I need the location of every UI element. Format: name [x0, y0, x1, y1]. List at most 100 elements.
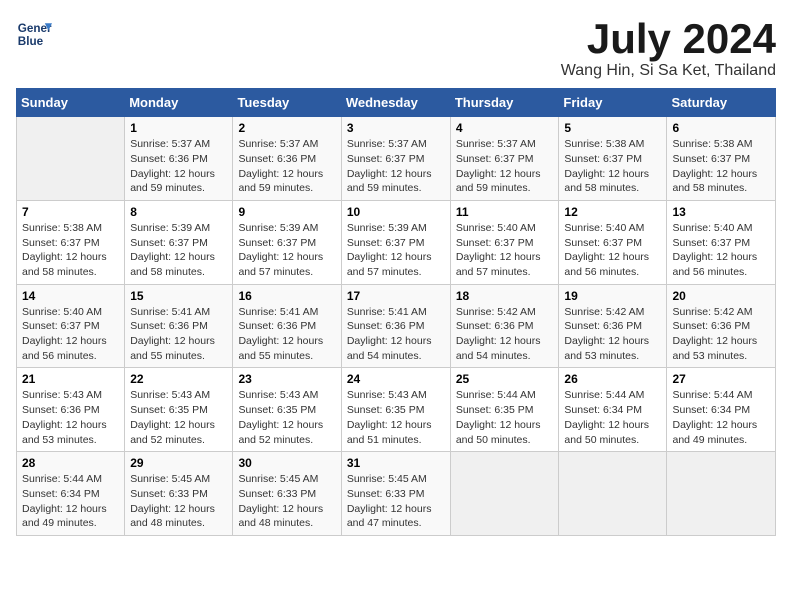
day-info: Sunrise: 5:44 AM Sunset: 6:35 PM Dayligh…: [456, 388, 554, 447]
day-info: Sunrise: 5:40 AM Sunset: 6:37 PM Dayligh…: [564, 221, 661, 280]
table-row: 25 Sunrise: 5:44 AM Sunset: 6:35 PM Dayli…: [450, 368, 559, 452]
day-info: Sunrise: 5:40 AM Sunset: 6:37 PM Dayligh…: [456, 221, 554, 280]
table-row: 4 Sunrise: 5:37 AM Sunset: 6:37 PM Daylig…: [450, 117, 559, 201]
table-row: 7 Sunrise: 5:38 AM Sunset: 6:37 PM Daylig…: [17, 200, 125, 284]
day-info: Sunrise: 5:44 AM Sunset: 6:34 PM Dayligh…: [672, 388, 770, 447]
day-number: 18: [456, 289, 554, 303]
header-sunday: Sunday: [17, 89, 125, 117]
day-number: 17: [347, 289, 445, 303]
day-number: 23: [238, 372, 335, 386]
table-row: 30 Sunrise: 5:45 AM Sunset: 6:33 PM Dayli…: [233, 452, 341, 536]
day-info: Sunrise: 5:40 AM Sunset: 6:37 PM Dayligh…: [672, 221, 770, 280]
calendar-week-row: 1Sunrise: 5:37 AM Sunset: 6:36 PM Daylig…: [17, 117, 776, 201]
day-number: 28: [22, 456, 119, 470]
header-thursday: Thursday: [450, 89, 559, 117]
table-row: 3 Sunrise: 5:37 AM Sunset: 6:37 PM Daylig…: [341, 117, 450, 201]
day-number: 30: [238, 456, 335, 470]
table-row: 27 Sunrise: 5:44 AM Sunset: 6:34 PM Dayli…: [667, 368, 776, 452]
table-row: 8 Sunrise: 5:39 AM Sunset: 6:37 PM Daylig…: [125, 200, 233, 284]
svg-text:Blue: Blue: [18, 35, 44, 48]
day-info: Sunrise: 5:41 AM Sunset: 6:36 PM Dayligh…: [130, 305, 227, 364]
table-row: 15 Sunrise: 5:41 AM Sunset: 6:36 PM Dayli…: [125, 284, 233, 368]
day-info: Sunrise: 5:43 AM Sunset: 6:36 PM Dayligh…: [22, 388, 119, 447]
day-info: Sunrise: 5:37 AM Sunset: 6:37 PM Dayligh…: [456, 137, 554, 196]
day-number: 27: [672, 372, 770, 386]
day-number: 20: [672, 289, 770, 303]
day-number: 10: [347, 205, 445, 219]
day-number: 13: [672, 205, 770, 219]
day-number: 9: [238, 205, 335, 219]
table-row: [17, 117, 125, 201]
table-row: 10 Sunrise: 5:39 AM Sunset: 6:37 PM Dayli…: [341, 200, 450, 284]
day-info: Sunrise: 5:38 AM Sunset: 6:37 PM Dayligh…: [22, 221, 119, 280]
table-row: 11 Sunrise: 5:40 AM Sunset: 6:37 PM Dayli…: [450, 200, 559, 284]
table-row: 5 Sunrise: 5:38 AM Sunset: 6:37 PM Daylig…: [559, 117, 667, 201]
day-number: 4: [456, 121, 554, 135]
day-info: Sunrise: 5:45 AM Sunset: 6:33 PM Dayligh…: [238, 472, 335, 531]
day-info: Sunrise: 5:37 AM Sunset: 6:37 PM Dayligh…: [347, 137, 445, 196]
day-number: 29: [130, 456, 227, 470]
day-number: 19: [564, 289, 661, 303]
header-friday: Friday: [559, 89, 667, 117]
day-number: 2: [238, 121, 335, 135]
day-info: Sunrise: 5:44 AM Sunset: 6:34 PM Dayligh…: [22, 472, 119, 531]
day-info: Sunrise: 5:42 AM Sunset: 6:36 PM Dayligh…: [456, 305, 554, 364]
day-info: Sunrise: 5:39 AM Sunset: 6:37 PM Dayligh…: [238, 221, 335, 280]
day-info: Sunrise: 5:38 AM Sunset: 6:37 PM Dayligh…: [672, 137, 770, 196]
logo-icon: General Blue: [16, 16, 52, 52]
table-row: 14Sunrise: 5:40 AM Sunset: 6:37 PM Dayli…: [17, 284, 125, 368]
day-info: Sunrise: 5:42 AM Sunset: 6:36 PM Dayligh…: [672, 305, 770, 364]
calendar-week-row: 7 Sunrise: 5:38 AM Sunset: 6:37 PM Daylig…: [17, 200, 776, 284]
day-number: 5: [564, 121, 661, 135]
table-row: [559, 452, 667, 536]
day-number: 31: [347, 456, 445, 470]
table-row: 24Sunrise: 5:43 AM Sunset: 6:35 PM Dayli…: [341, 368, 450, 452]
table-row: 18 Sunrise: 5:42 AM Sunset: 6:36 PM Dayli…: [450, 284, 559, 368]
month-year-title: July 2024: [561, 16, 776, 62]
day-number: 24: [347, 372, 445, 386]
day-info: Sunrise: 5:38 AM Sunset: 6:37 PM Dayligh…: [564, 137, 661, 196]
calendar-header-row: Sunday Monday Tuesday Wednesday Thursday…: [17, 89, 776, 117]
day-info: Sunrise: 5:42 AM Sunset: 6:36 PM Dayligh…: [564, 305, 661, 364]
logo: General Blue: [16, 16, 52, 52]
table-row: 20 Sunrise: 5:42 AM Sunset: 6:36 PM Dayli…: [667, 284, 776, 368]
day-info: Sunrise: 5:37 AM Sunset: 6:36 PM Dayligh…: [130, 137, 227, 196]
table-row: 28 Sunrise: 5:44 AM Sunset: 6:34 PM Dayli…: [17, 452, 125, 536]
table-row: 22 Sunrise: 5:43 AM Sunset: 6:35 PM Dayli…: [125, 368, 233, 452]
day-number: 3: [347, 121, 445, 135]
day-info: Sunrise: 5:44 AM Sunset: 6:34 PM Dayligh…: [564, 388, 661, 447]
table-row: 2Sunrise: 5:37 AM Sunset: 6:36 PM Daylig…: [233, 117, 341, 201]
table-row: 21 Sunrise: 5:43 AM Sunset: 6:36 PM Dayli…: [17, 368, 125, 452]
day-number: 22: [130, 372, 227, 386]
table-row: 1Sunrise: 5:37 AM Sunset: 6:36 PM Daylig…: [125, 117, 233, 201]
table-row: 9 Sunrise: 5:39 AM Sunset: 6:37 PM Daylig…: [233, 200, 341, 284]
day-info: Sunrise: 5:41 AM Sunset: 6:36 PM Dayligh…: [347, 305, 445, 364]
header-monday: Monday: [125, 89, 233, 117]
day-number: 12: [564, 205, 661, 219]
location-subtitle: Wang Hin, Si Sa Ket, Thailand: [561, 62, 776, 80]
calendar-week-row: 14Sunrise: 5:40 AM Sunset: 6:37 PM Dayli…: [17, 284, 776, 368]
table-row: 31 Sunrise: 5:45 AM Sunset: 6:33 PM Dayli…: [341, 452, 450, 536]
table-row: [667, 452, 776, 536]
day-info: Sunrise: 5:43 AM Sunset: 6:35 PM Dayligh…: [130, 388, 227, 447]
page-header: General Blue July 2024 Wang Hin, Si Sa K…: [16, 16, 776, 80]
day-number: 7: [22, 205, 119, 219]
day-number: 6: [672, 121, 770, 135]
table-row: 19 Sunrise: 5:42 AM Sunset: 6:36 PM Dayli…: [559, 284, 667, 368]
day-info: Sunrise: 5:45 AM Sunset: 6:33 PM Dayligh…: [347, 472, 445, 531]
day-info: Sunrise: 5:39 AM Sunset: 6:37 PM Dayligh…: [347, 221, 445, 280]
day-info: Sunrise: 5:45 AM Sunset: 6:33 PM Dayligh…: [130, 472, 227, 531]
day-number: 8: [130, 205, 227, 219]
day-number: 21: [22, 372, 119, 386]
day-info: Sunrise: 5:39 AM Sunset: 6:37 PM Dayligh…: [130, 221, 227, 280]
day-number: 25: [456, 372, 554, 386]
table-row: 13 Sunrise: 5:40 AM Sunset: 6:37 PM Dayli…: [667, 200, 776, 284]
calendar-table: Sunday Monday Tuesday Wednesday Thursday…: [16, 88, 776, 536]
day-info: Sunrise: 5:41 AM Sunset: 6:36 PM Dayligh…: [238, 305, 335, 364]
title-section: July 2024 Wang Hin, Si Sa Ket, Thailand: [561, 16, 776, 80]
calendar-week-row: 28 Sunrise: 5:44 AM Sunset: 6:34 PM Dayli…: [17, 452, 776, 536]
table-row: 16 Sunrise: 5:41 AM Sunset: 6:36 PM Dayli…: [233, 284, 341, 368]
day-number: 16: [238, 289, 335, 303]
day-number: 11: [456, 205, 554, 219]
day-number: 15: [130, 289, 227, 303]
